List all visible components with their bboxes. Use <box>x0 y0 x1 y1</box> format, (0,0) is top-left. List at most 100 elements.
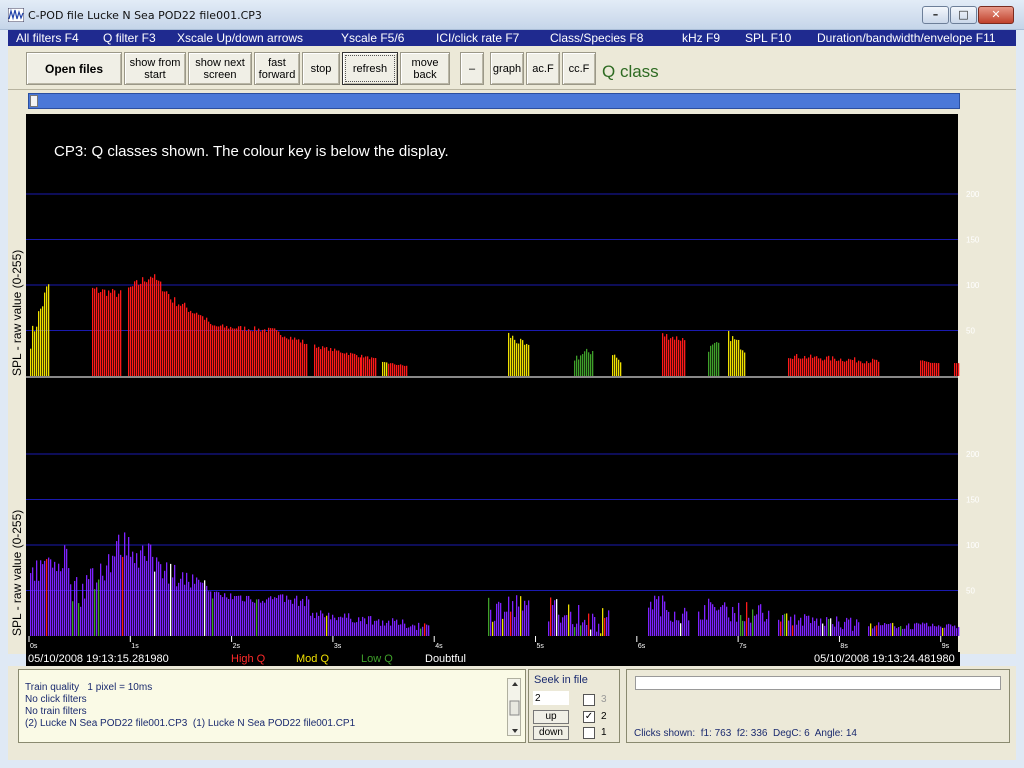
open-files-button[interactable]: Open files <box>26 52 122 85</box>
click-bar <box>924 623 926 636</box>
scroll-up-icon[interactable] <box>512 682 518 686</box>
click-bar <box>86 575 88 636</box>
file-3-checkbox[interactable] <box>583 694 595 706</box>
minus-button[interactable]: – <box>460 52 484 85</box>
title-bar[interactable]: C-POD file Lucke N Sea POD22 file001.CP3… <box>0 0 1024 30</box>
click-bar <box>354 353 356 376</box>
scrollbar-thumb[interactable] <box>30 95 38 107</box>
click-bar <box>742 350 744 376</box>
seek-down-button[interactable]: down <box>533 726 569 740</box>
click-bar <box>92 568 94 636</box>
file-position-scrollbar[interactable] <box>28 93 960 109</box>
file-3-label: 3 <box>601 694 607 705</box>
click-bar <box>222 597 224 636</box>
acf-button[interactable]: ac.F <box>526 52 560 85</box>
click-bar <box>682 338 684 376</box>
click-bar <box>274 597 276 636</box>
click-bar <box>380 625 382 636</box>
click-bar <box>52 567 54 636</box>
minimize-button[interactable]: – <box>922 6 949 24</box>
click-bar <box>390 625 392 636</box>
click-plot[interactable]: CP3: Q classes shown. The colour key is … <box>8 114 1016 654</box>
menu-xscale[interactable]: Xscale Up/down arrows <box>177 31 303 45</box>
click-bar <box>920 360 922 376</box>
click-display-area: CP3: Q classes shown. The colour key is … <box>8 114 1016 654</box>
click-bar <box>922 360 924 376</box>
show-next-screen-button[interactable]: show next screen <box>188 52 252 85</box>
click-bar <box>874 626 876 636</box>
graph-button[interactable]: graph <box>490 52 524 85</box>
click-bar <box>104 580 106 636</box>
click-bar <box>182 572 184 636</box>
menu-spl[interactable]: SPL F10 <box>745 31 791 45</box>
stop-button[interactable]: stop <box>302 52 340 85</box>
click-bar <box>496 603 498 636</box>
click-bar <box>760 604 762 636</box>
menu-all-filters[interactable]: All filters F4 <box>16 31 79 45</box>
click-bar <box>232 328 234 376</box>
click-bar <box>670 620 672 636</box>
refresh-button[interactable]: refresh <box>342 52 398 85</box>
upper-y-tick-label: 100 <box>966 281 980 290</box>
info-scroll-thumb[interactable] <box>509 700 520 716</box>
click-bar <box>398 364 400 376</box>
click-bar <box>510 337 512 376</box>
click-bar <box>130 556 132 636</box>
click-bar <box>678 339 680 376</box>
menu-khz[interactable]: kHz F9 <box>682 31 720 45</box>
ccf-button[interactable]: cc.F <box>562 52 596 85</box>
click-bar <box>850 359 852 376</box>
click-bar <box>192 313 194 376</box>
fast-forward-button[interactable]: fast forward <box>254 52 300 85</box>
click-bar <box>584 351 586 376</box>
click-bar <box>264 329 266 376</box>
click-bar <box>560 622 562 636</box>
click-bar <box>930 626 932 636</box>
menu-duration-bandwidth-envelope[interactable]: Duration/bandwidth/envelope F11 <box>817 31 996 45</box>
click-bar <box>218 326 220 376</box>
seek-input[interactable] <box>533 691 569 705</box>
info-scrollbar[interactable] <box>507 678 521 736</box>
click-bar <box>278 331 280 376</box>
click-bar <box>748 617 750 636</box>
click-bar <box>294 598 296 636</box>
menu-yscale[interactable]: Yscale F5/6 <box>341 31 404 45</box>
file-2-checkbox[interactable]: ✓ <box>583 711 595 723</box>
click-bar <box>146 560 148 636</box>
file-1-checkbox[interactable] <box>583 727 595 739</box>
scroll-down-icon[interactable] <box>512 729 518 733</box>
click-bar <box>204 580 206 636</box>
click-bar <box>366 624 368 636</box>
show-from-start-button[interactable]: show from start <box>124 52 186 85</box>
click-bar <box>516 595 518 636</box>
click-bar <box>172 302 174 376</box>
click-bar <box>582 622 584 636</box>
close-button[interactable]: ✕ <box>978 6 1014 24</box>
move-back-label: move back <box>412 57 439 81</box>
click-bar <box>292 339 294 376</box>
click-bar <box>226 597 228 636</box>
click-bar <box>258 599 260 636</box>
click-bar <box>46 286 48 376</box>
show-next-line2: screen <box>203 68 237 81</box>
menu-q-filter[interactable]: Q filter F3 <box>103 31 156 45</box>
click-bar <box>884 623 886 636</box>
click-bar <box>218 592 220 636</box>
click-bar <box>332 614 334 636</box>
click-bar <box>288 599 290 636</box>
click-bar <box>298 339 300 376</box>
click-bar <box>384 362 386 376</box>
click-bar <box>736 621 738 636</box>
seek-up-button[interactable]: up <box>533 710 569 724</box>
maximize-button[interactable]: □ <box>950 6 977 24</box>
menu-ici-click-rate[interactable]: ICI/click rate F7 <box>436 31 519 45</box>
click-bar <box>938 625 940 636</box>
move-back-button[interactable]: move back <box>400 52 450 85</box>
menu-class-species[interactable]: Class/Species F8 <box>550 31 643 45</box>
click-bar <box>718 609 720 636</box>
info-text-box[interactable]: Train quality 1 pixel = 10ms No click fi… <box>18 669 526 743</box>
move-back-line1: move <box>411 56 439 69</box>
click-bar <box>876 625 878 636</box>
click-bar <box>894 626 896 636</box>
click-bar <box>210 323 212 376</box>
